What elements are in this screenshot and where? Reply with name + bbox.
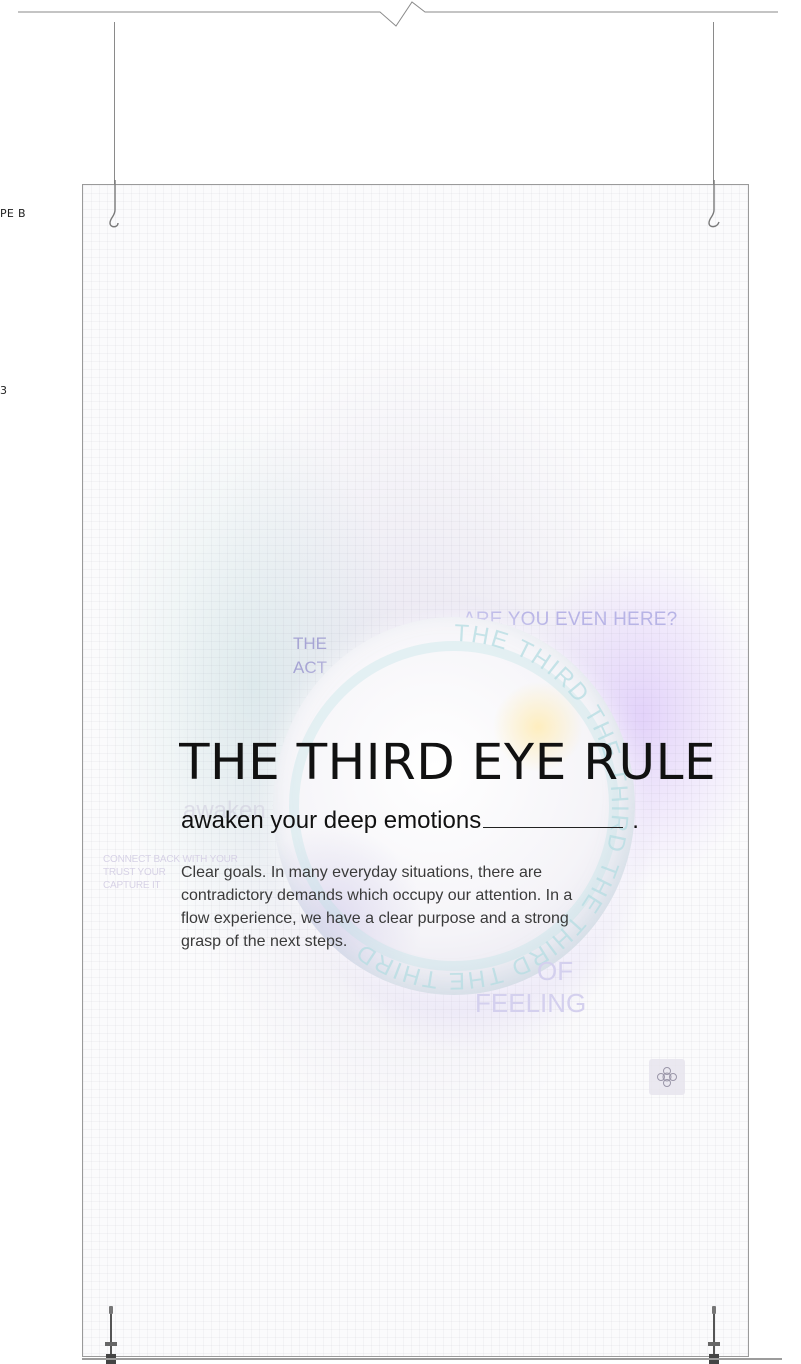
poster-body: Clear goals. In many everyday situations… [181,864,573,950]
subtitle-blank-line [483,811,624,828]
flower-sticker-icon [649,1059,685,1095]
poster-panel: awaken your deep emotions CONNECT BACK W… [82,184,749,1357]
floor-line [82,1358,782,1360]
poster-subtitle: awaken your deep emotions. [181,807,639,835]
hook-icon [109,180,119,228]
subtitle-text: awaken your deep emotions [181,807,482,834]
faint-feeling: FEELING [475,988,587,1018]
side-label-middle: 3 [0,384,8,397]
stand-base-icon [105,1306,117,1364]
stand-base-icon [708,1306,720,1364]
faint-of: OF [537,956,574,986]
hanging-wire [18,1,778,27]
right-string [713,22,714,197]
faint-of-feeling: OF FEELING [475,955,615,1019]
subtitle-end: . [632,807,639,834]
left-string [114,22,115,197]
side-label-top: PE B [0,207,26,220]
hook-icon [708,180,720,228]
